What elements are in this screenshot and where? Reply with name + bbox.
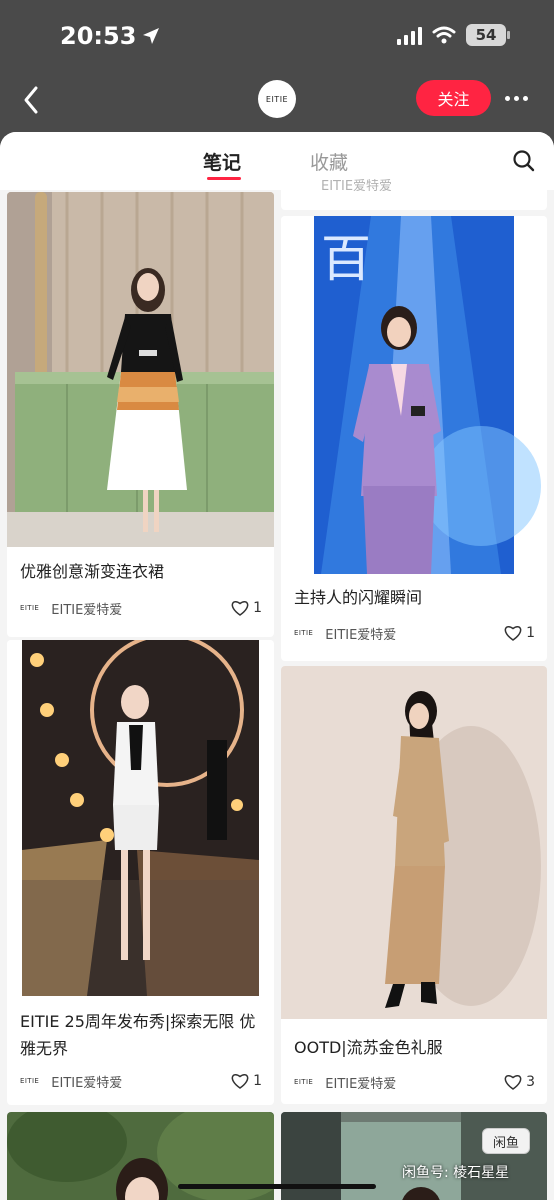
card-author: EITIE爱特爱 <box>325 627 397 643</box>
heart-icon <box>231 600 249 616</box>
like-button[interactable]: 3 <box>504 1074 535 1090</box>
like-button[interactable]: 1 <box>231 1073 262 1089</box>
author-avatar: EITIE <box>294 629 314 637</box>
more-icon[interactable] <box>505 86 533 110</box>
status-bar: 20:53 54 <box>0 0 554 72</box>
location-arrow-icon <box>143 28 160 44</box>
search-icon[interactable] <box>512 149 536 173</box>
card-author: EITIE爱特爱 <box>321 178 393 194</box>
note-card[interactable]: 优雅创意渐变连衣裙 EITIE EITIE爱特爱 1 <box>7 192 274 637</box>
cellular-signal-icon <box>397 25 422 45</box>
note-meta: EITIE EITIE爱特爱 3 <box>294 1072 535 1092</box>
home-indicator[interactable] <box>178 1184 376 1189</box>
note-cover-image <box>7 640 274 996</box>
note-title: EITIE 25周年发布秀|探索无限 优雅无界 <box>20 1012 256 1058</box>
profile-content-sheet: 笔记 收藏 EITIE爱特爱 优雅创意渐变连衣裙 EITIE EITIE爱特爱 … <box>0 132 554 1200</box>
like-count: 1 <box>253 1073 262 1089</box>
like-count: 3 <box>526 1074 535 1090</box>
note-title: OOTD|流苏金色礼服 <box>294 1038 443 1057</box>
nav-bar: EITIE 关注 <box>0 72 554 132</box>
heart-icon <box>504 1074 522 1090</box>
author-avatar: EITIE <box>20 1077 40 1085</box>
note-cover-image <box>281 666 547 1019</box>
tab-collections[interactable]: 收藏 <box>310 148 348 175</box>
follow-button[interactable]: 关注 <box>416 80 491 116</box>
note-cover-image: 百 <box>281 216 547 574</box>
note-card-partial[interactable]: EITIE爱特爱 <box>281 172 547 210</box>
note-card[interactable]: 百 主持人的闪耀瞬间 EITIE EITIE爱特爱 1 <box>281 216 547 661</box>
back-button[interactable] <box>18 82 46 118</box>
card-author: EITIE爱特爱 <box>51 602 123 618</box>
note-meta: EITIE EITIE爱特爱 1 <box>294 623 535 643</box>
note-card[interactable]: OOTD|流苏金色礼服 EITIE EITIE爱特爱 3 <box>281 666 547 1104</box>
back-icon <box>24 86 38 114</box>
clock: 20:53 <box>60 22 137 50</box>
note-meta: EITIE EITIE爱特爱 1 <box>20 1071 262 1091</box>
author-avatar: EITIE <box>20 604 40 612</box>
like-count: 1 <box>526 625 535 641</box>
xianyu-badge: 闲鱼 <box>482 1128 530 1154</box>
active-tab-indicator <box>207 177 241 180</box>
status-time: 20:53 <box>60 22 160 50</box>
svg-text:百: 百 <box>321 230 371 288</box>
note-card[interactable]: EITIE 25周年发布秀|探索无限 优雅无界 EITIE EITIE爱特爱 1 <box>7 640 274 1105</box>
card-author: EITIE爱特爱 <box>51 1075 123 1091</box>
note-cover-image <box>7 192 274 547</box>
heart-icon <box>504 625 522 641</box>
brand-avatar[interactable]: EITIE <box>258 80 296 118</box>
heart-icon <box>231 1073 249 1089</box>
note-title: 主持人的闪耀瞬间 <box>294 588 423 607</box>
note-meta: EITIE EITIE爱特爱 1 <box>20 598 262 618</box>
watermark-text: 闲鱼号: 棱石星星 <box>402 1165 510 1181</box>
note-title: 优雅创意渐变连衣裙 <box>20 562 165 581</box>
author-avatar: EITIE <box>294 1078 314 1086</box>
card-author: EITIE爱特爱 <box>325 1076 397 1092</box>
like-count: 1 <box>253 600 262 616</box>
battery-indicator: 54 <box>466 24 510 46</box>
like-button[interactable]: 1 <box>504 625 535 641</box>
like-button[interactable]: 1 <box>231 600 262 616</box>
wifi-icon <box>432 26 456 44</box>
tab-notes[interactable]: 笔记 <box>203 148 241 175</box>
